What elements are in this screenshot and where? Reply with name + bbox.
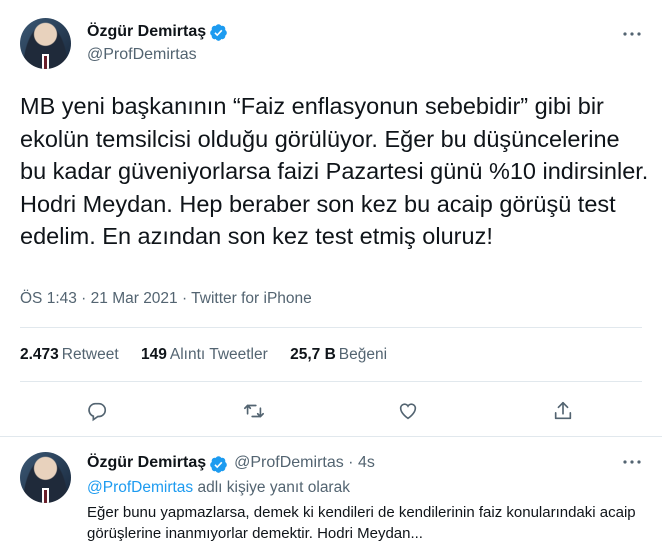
reply-author-name[interactable]: Özgür Demirtaş bbox=[87, 454, 206, 471]
tweet-stats: 2.473 Retweet 149 Alıntı Tweetler 25,7 B Be… bbox=[20, 346, 405, 364]
author-handle[interactable]: @ProfDemirtas bbox=[87, 46, 197, 64]
verified-badge-icon bbox=[210, 24, 227, 41]
share-icon[interactable] bbox=[550, 398, 576, 424]
reply-icon[interactable] bbox=[84, 398, 110, 424]
author-name[interactable]: Özgür Demirtaş bbox=[87, 23, 206, 41]
divider bbox=[20, 381, 642, 382]
more-icon[interactable] bbox=[622, 452, 642, 472]
quotes-stat[interactable]: 149 Alıntı Tweetler bbox=[141, 346, 268, 364]
retweets-stat[interactable]: 2.473 Retweet bbox=[20, 346, 119, 364]
main-tweet: Özgür Demirtaş @ProfDemirtas MB yeni baş… bbox=[0, 0, 662, 437]
replying-to: @ProfDemirtas adlı kişiye yanıt olarak bbox=[87, 479, 350, 497]
reply-text: Eğer bunu yapmazlarsa, demek ki kendiler… bbox=[87, 504, 636, 542]
avatar[interactable] bbox=[20, 18, 71, 69]
tweet-text: MB yeni başkanının “Faiz enflasyonun seb… bbox=[20, 93, 649, 249]
reply-author-handle[interactable]: @ProfDemirtas · 4s bbox=[234, 454, 375, 471]
retweet-icon[interactable] bbox=[241, 398, 267, 424]
likes-stat[interactable]: 25,7 B Beğeni bbox=[290, 346, 387, 364]
reply-avatar[interactable] bbox=[20, 452, 71, 503]
divider bbox=[20, 327, 642, 328]
more-icon[interactable] bbox=[622, 24, 642, 44]
like-icon[interactable] bbox=[395, 398, 421, 424]
tweet-timestamp[interactable]: ÖS 1:43 · 21 Mar 2021 · Twitter for iPho… bbox=[20, 290, 312, 308]
verified-badge-icon bbox=[210, 456, 227, 473]
reply-header: Özgür Demirtaş @ProfDemirtas · 4s bbox=[87, 454, 375, 472]
replying-suffix: adlı kişiye yanıt olarak bbox=[193, 479, 350, 496]
replying-mention-link[interactable]: @ProfDemirtas bbox=[87, 479, 193, 496]
